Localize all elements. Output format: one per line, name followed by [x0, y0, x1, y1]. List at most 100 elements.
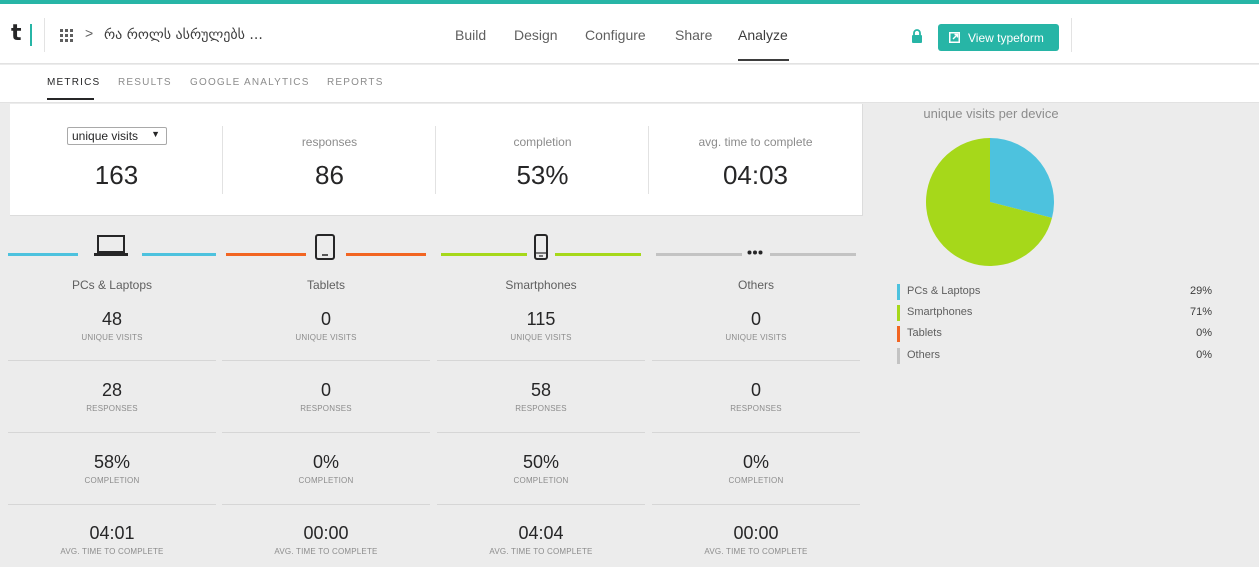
- metric-avg-time: 04:04 AVG. TIME TO COMPLETE: [437, 523, 645, 556]
- device-name: Tablets: [306, 278, 346, 292]
- metric-completion: 0% COMPLETION: [222, 452, 430, 485]
- metric-unique-visits: 48 UNIQUE VISITS: [8, 309, 216, 342]
- legend-name: Others: [907, 349, 941, 361]
- device-color-line: [142, 253, 216, 256]
- metric-label: COMPLETION: [84, 476, 140, 485]
- nav-tab-configure[interactable]: Configure: [585, 27, 646, 43]
- summary-unique-visits: unique visits ▼ 163: [10, 104, 223, 216]
- metric-value: 04:01: [89, 523, 135, 543]
- nav-tab-build[interactable]: Build: [455, 27, 486, 43]
- legend-color-swatch: [897, 305, 900, 321]
- device-color-line: [226, 253, 306, 256]
- metric-value: 0: [750, 309, 761, 329]
- typeform-logo[interactable]: t: [11, 21, 22, 46]
- summary-value: 163: [94, 160, 139, 190]
- chevron-right-icon: >: [85, 25, 94, 41]
- metric-value: 0: [750, 380, 761, 400]
- metric-select-dropdown[interactable]: unique visits ▼: [67, 127, 167, 145]
- legend-item-others: Others 0%: [897, 348, 1212, 364]
- laptop-icon: [94, 235, 128, 256]
- metric-label: AVG. TIME TO COMPLETE: [274, 547, 378, 556]
- device-color-line: [555, 253, 641, 256]
- device-color-line: [8, 253, 78, 256]
- device-color-line: [656, 253, 742, 256]
- summary-label: completion: [513, 135, 572, 149]
- summary-value: 86: [315, 160, 344, 190]
- metric-label: RESPONSES: [515, 404, 567, 413]
- navbar-divider-right: [1071, 18, 1072, 52]
- metric-label: COMPLETION: [513, 476, 569, 485]
- legend-percent: 0%: [1196, 349, 1212, 361]
- metric-completion: 0% COMPLETION: [652, 452, 860, 485]
- legend-name: Tablets: [907, 327, 942, 339]
- smartphone-icon: [534, 234, 548, 260]
- legend-percent: 29%: [1189, 285, 1212, 297]
- metric-unique-visits: 0 UNIQUE VISITS: [652, 309, 860, 342]
- nav-active-underline: [738, 59, 789, 61]
- metric-value: 0: [320, 309, 331, 329]
- legend-color-swatch: [897, 326, 900, 342]
- metric-value: 48: [101, 309, 123, 329]
- summary-value: 53%: [516, 160, 569, 190]
- legend-item-pcs: PCs & Laptops 29%: [897, 284, 1212, 300]
- view-typeform-button[interactable]: View typeform: [938, 24, 1059, 51]
- logo-cursor: [30, 24, 32, 46]
- nav-tab-analyze[interactable]: Analyze: [738, 27, 788, 43]
- form-title[interactable]: რა როლს ასრულებს ...: [104, 27, 263, 43]
- external-link-icon: [949, 32, 960, 43]
- metric-value: 0%: [742, 452, 769, 472]
- legend-name: Smartphones: [907, 306, 973, 318]
- metric-label: COMPLETION: [728, 476, 784, 485]
- metric-value: 0: [320, 380, 331, 400]
- metric-label: RESPONSES: [730, 404, 782, 413]
- metric-label: RESPONSES: [300, 404, 352, 413]
- subtab-reports[interactable]: REPORTS: [327, 77, 384, 88]
- summary-responses: responses 86: [223, 104, 436, 216]
- metric-value: 50%: [522, 452, 560, 472]
- metric-label: AVG. TIME TO COMPLETE: [489, 547, 593, 556]
- tablet-icon: [315, 234, 335, 260]
- navbar-divider: [44, 18, 45, 52]
- metric-value: 04:04: [518, 523, 564, 543]
- legend-name: PCs & Laptops: [907, 285, 981, 297]
- metric-select-value: unique visits: [72, 129, 139, 143]
- metric-label: AVG. TIME TO COMPLETE: [60, 547, 164, 556]
- summary-value: 04:03: [722, 160, 789, 190]
- metric-value: 00:00: [303, 523, 349, 543]
- metric-value: 58: [530, 380, 552, 400]
- metric-label: UNIQUE VISITS: [295, 333, 357, 342]
- nav-tab-design[interactable]: Design: [514, 27, 558, 43]
- subtab-results[interactable]: RESULTS: [118, 77, 172, 88]
- nav-tab-share[interactable]: Share: [675, 27, 712, 43]
- metric-responses: 28 RESPONSES: [8, 380, 216, 413]
- view-typeform-label: View typeform: [968, 30, 1044, 45]
- lock-icon: [912, 29, 922, 43]
- subtab-metrics[interactable]: METRICS: [47, 77, 100, 88]
- more-icon: [747, 250, 763, 255]
- device-color-line: [770, 253, 856, 256]
- apps-grid-icon[interactable]: [60, 29, 73, 42]
- metric-completion: 58% COMPLETION: [8, 452, 216, 485]
- metric-label: AVG. TIME TO COMPLETE: [704, 547, 808, 556]
- metric-label: UNIQUE VISITS: [725, 333, 787, 342]
- metric-avg-time: 04:01 AVG. TIME TO COMPLETE: [8, 523, 216, 556]
- metric-label: UNIQUE VISITS: [81, 333, 143, 342]
- legend-item-tablets: Tablets 0%: [897, 326, 1212, 342]
- legend-item-smartphones: Smartphones 71%: [897, 305, 1212, 321]
- subtab-google-analytics[interactable]: GOOGLE ANALYTICS: [190, 77, 310, 88]
- metric-unique-visits: 115 UNIQUE VISITS: [437, 309, 645, 342]
- legend-color-swatch: [897, 348, 900, 364]
- analyze-subtabs: METRICS RESULTS GOOGLE ANALYTICS REPORTS: [0, 65, 1259, 103]
- metric-responses: 0 RESPONSES: [652, 380, 860, 413]
- summary-avg-time: avg. time to complete 04:03: [649, 104, 862, 216]
- metric-responses: 58 RESPONSES: [437, 380, 645, 413]
- device-color-line: [346, 253, 426, 256]
- top-navbar: t > რა როლს ასრულებს ... Build Design Co…: [0, 4, 1259, 64]
- metric-label: UNIQUE VISITS: [510, 333, 572, 342]
- metric-label: RESPONSES: [86, 404, 138, 413]
- summary-card: unique visits ▼ 163 responses 86 complet…: [10, 104, 863, 216]
- device-pie-chart: [926, 138, 1054, 266]
- dropdown-caret-icon: ▼: [151, 129, 160, 139]
- metric-value: 115: [526, 309, 556, 329]
- metric-value: 00:00: [733, 523, 779, 543]
